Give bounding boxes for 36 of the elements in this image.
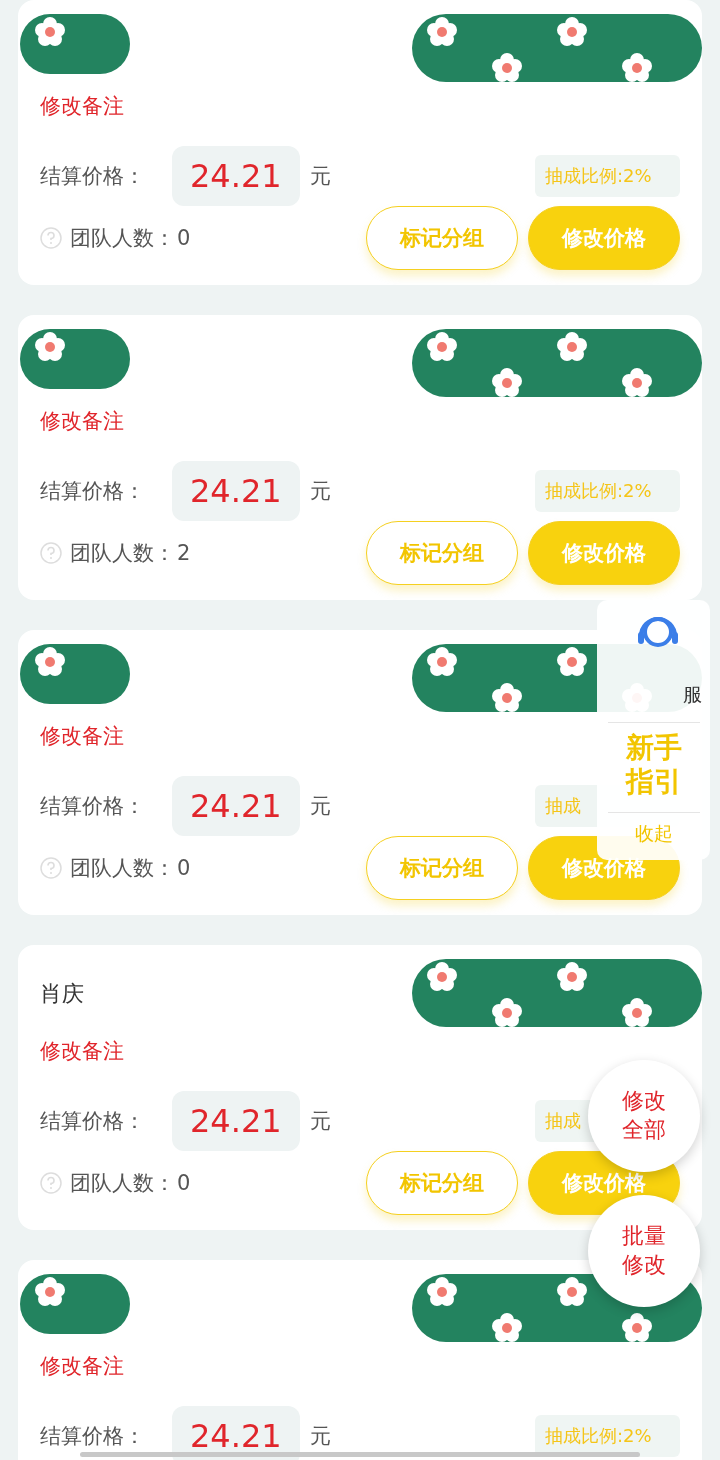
price-label: 结算价格： (40, 1108, 146, 1135)
help-icon (40, 227, 62, 249)
team-size-value: 0 (177, 226, 191, 250)
price-label: 结算价格： (40, 478, 146, 505)
edit-note-link[interactable]: 修改备注 (40, 1037, 124, 1065)
edit-note-link[interactable]: 修改备注 (40, 407, 124, 435)
customer-name: 肖庆 (40, 980, 84, 1008)
currency-unit: 元 (309, 478, 331, 505)
team-size-value: 0 (177, 1171, 191, 1195)
team-size-value: 2 (177, 541, 191, 565)
team-size-label: 团队人数： (70, 540, 175, 567)
currency-unit: 元 (309, 1423, 331, 1450)
team-size-value: 0 (177, 856, 191, 880)
edit-note-link[interactable]: 修改备注 (40, 1352, 124, 1380)
price-label: 结算价格： (40, 1423, 146, 1450)
edit-note-link[interactable]: 修改备注 (40, 92, 124, 120)
price-field[interactable]: 24.21 (172, 146, 300, 206)
commission-tag: 抽成比例:2% (535, 1415, 680, 1457)
team-size-label: 团队人数： (70, 225, 175, 252)
help-icon (40, 542, 62, 564)
team-size-label: 团队人数： (70, 1170, 175, 1197)
price-label: 结算价格： (40, 793, 146, 820)
currency-unit: 元 (309, 793, 331, 820)
team-size-label: 团队人数： (70, 855, 175, 882)
currency-unit: 元 (309, 163, 331, 190)
help-icon (40, 1172, 62, 1194)
commission-tag: 抽成比例:2% (535, 155, 680, 197)
price-field[interactable]: 24.21 (172, 776, 300, 836)
commission-tag: 抽成比例:2% (535, 470, 680, 512)
help-icon (40, 857, 62, 879)
service-label[interactable]: 服 (683, 682, 702, 708)
price-field[interactable]: 24.21 (172, 461, 300, 521)
price-field[interactable]: 24.21 (172, 1091, 300, 1151)
price-label: 结算价格： (40, 163, 146, 190)
currency-unit: 元 (309, 1108, 331, 1135)
edit-note-link[interactable]: 修改备注 (40, 722, 124, 750)
